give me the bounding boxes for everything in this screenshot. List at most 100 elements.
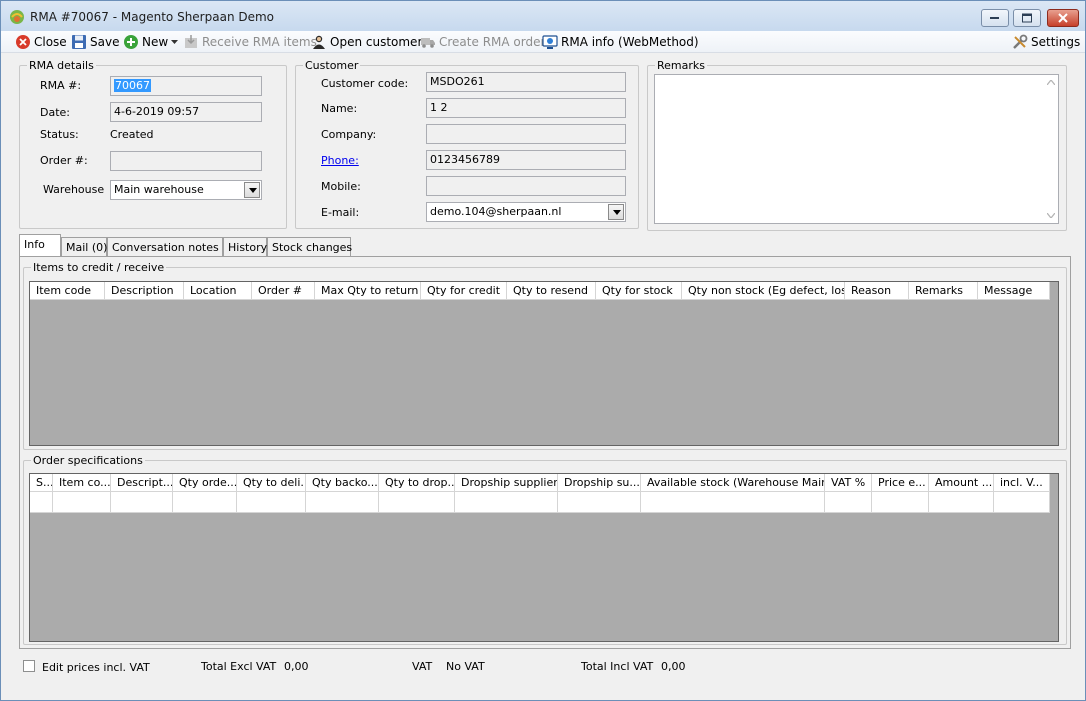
rma-number-label: RMA #: — [40, 79, 82, 92]
tab-history[interactable]: History — [223, 237, 267, 257]
rma-number-value: 70067 — [114, 79, 151, 92]
table-cell[interactable] — [237, 492, 306, 513]
title-bar: RMA #70067 - Magento Sherpaan Demo — [1, 1, 1085, 31]
table-cell[interactable] — [173, 492, 237, 513]
close-button[interactable]: Close — [15, 33, 67, 51]
receive-items-icon — [185, 35, 197, 48]
items-col-qty-non-stock[interactable]: Qty non stock (Eg defect, lost) — [682, 282, 845, 300]
warehouse-dropdown-button[interactable] — [244, 182, 260, 198]
email-select[interactable]: demo.104@sherpaan.nl — [426, 202, 626, 222]
email-value: demo.104@sherpaan.nl — [430, 205, 562, 218]
receive-rma-items-button[interactable]: Receive RMA items — [183, 33, 317, 51]
order-number-label: Order #: — [40, 154, 88, 167]
table-cell[interactable] — [994, 492, 1050, 513]
create-rma-order-button[interactable]: Create RMA order — [420, 33, 545, 51]
tab-mail[interactable]: Mail (0) — [61, 237, 107, 257]
new-button[interactable]: New — [123, 33, 179, 51]
table-cell[interactable] — [30, 492, 53, 513]
rma-window: RMA #70067 - Magento Sherpaan Demo Close… — [0, 0, 1086, 701]
remarks-scrollbar[interactable] — [1044, 75, 1058, 223]
order-grid-header: S... Item co... Descript... Qty orde... … — [30, 474, 1050, 492]
table-cell[interactable] — [872, 492, 929, 513]
items-col-qty-credit[interactable]: Qty for credit — [421, 282, 507, 300]
phone-field[interactable]: 0123456789 — [426, 150, 626, 170]
order-col-item-code[interactable]: Item co... — [53, 474, 111, 492]
items-col-remarks[interactable]: Remarks — [909, 282, 978, 300]
mobile-label: Mobile: — [321, 180, 361, 193]
tab-conversation-notes[interactable]: Conversation notes (0) — [107, 237, 238, 257]
rma-number-field[interactable]: 70067 — [110, 76, 262, 96]
toolbar: Close Save New Receive RMA items Open cu… — [1, 31, 1085, 53]
status-value: Created — [110, 128, 154, 141]
window-close-button[interactable] — [1047, 9, 1079, 27]
tab-stock-changes[interactable]: Stock changes — [267, 237, 352, 257]
order-col-incl-vat[interactable]: incl. V... — [994, 474, 1050, 492]
order-grid[interactable]: S... Item co... Descript... Qty orde... … — [29, 473, 1059, 642]
order-col-vat[interactable]: VAT % — [825, 474, 872, 492]
email-dropdown-button[interactable] — [608, 204, 624, 220]
order-col-s[interactable]: S... — [30, 474, 53, 492]
chevron-down-icon — [171, 40, 179, 44]
mobile-field[interactable] — [426, 176, 626, 196]
order-specifications-group: Order specifications S... Item co... Des… — [23, 454, 1067, 645]
tab-info[interactable]: Info — [19, 234, 61, 257]
table-row[interactable] — [30, 492, 1050, 513]
order-col-description[interactable]: Descript... — [111, 474, 173, 492]
table-cell[interactable] — [558, 492, 641, 513]
order-col-qty-dropship[interactable]: Qty to drop... — [379, 474, 455, 492]
order-col-qty-backorder[interactable]: Qty backo... — [306, 474, 379, 492]
order-col-price-excl[interactable]: Price e... — [872, 474, 929, 492]
items-col-max-qty[interactable]: Max Qty to return — [315, 282, 421, 300]
settings-button[interactable]: Settings — [1012, 33, 1080, 51]
warehouse-select[interactable]: Main warehouse — [110, 180, 262, 200]
table-cell[interactable] — [825, 492, 872, 513]
name-field[interactable]: 1 2 — [426, 98, 626, 118]
close-icon — [16, 35, 30, 49]
save-button[interactable]: Save — [71, 33, 119, 51]
table-cell[interactable] — [53, 492, 111, 513]
items-col-reason[interactable]: Reason — [845, 282, 909, 300]
customer-code-field[interactable]: MSDO261 — [426, 72, 626, 92]
order-col-dropship-supplier[interactable]: Dropship supplier... — [455, 474, 558, 492]
vat-value: No VAT — [446, 660, 485, 673]
phone-link[interactable]: Phone: — [321, 154, 359, 167]
edit-prices-incl-vat-label: Edit prices incl. VAT — [42, 661, 150, 674]
items-grid-header: Item code Description Location Order # M… — [30, 282, 1050, 300]
remarks-textarea[interactable] — [654, 74, 1059, 224]
table-cell[interactable] — [111, 492, 173, 513]
save-icon — [72, 35, 86, 49]
table-cell[interactable] — [641, 492, 825, 513]
app-logo-icon — [9, 9, 25, 25]
items-col-qty-resend[interactable]: Qty to resend — [507, 282, 596, 300]
order-col-dropship-su[interactable]: Dropship su... — [558, 474, 641, 492]
rma-info-button[interactable]: RMA info (WebMethod) — [542, 33, 699, 51]
date-label: Date: — [40, 106, 70, 119]
edit-prices-incl-vat-checkbox[interactable] — [23, 660, 35, 672]
table-cell[interactable] — [929, 492, 994, 513]
open-customer-button[interactable]: Open customer — [311, 33, 422, 51]
items-col-location[interactable]: Location — [184, 282, 252, 300]
order-number-field[interactable] — [110, 151, 262, 171]
order-col-qty-ordered[interactable]: Qty orde... — [173, 474, 237, 492]
items-col-qty-stock[interactable]: Qty for stock — [596, 282, 682, 300]
items-col-order[interactable]: Order # — [252, 282, 315, 300]
total-incl-vat-label: Total Incl VAT — [581, 660, 654, 673]
remarks-group: Remarks — [647, 59, 1067, 231]
items-col-message[interactable]: Message — [978, 282, 1050, 300]
items-grid[interactable]: Item code Description Location Order # M… — [29, 281, 1059, 446]
items-col-description[interactable]: Description — [105, 282, 184, 300]
items-col-item-code[interactable]: Item code — [30, 282, 105, 300]
table-cell[interactable] — [306, 492, 379, 513]
customer-code-label: Customer code: — [321, 77, 409, 90]
chevron-down-icon — [613, 210, 621, 215]
date-field[interactable]: 4-6-2019 09:57 — [110, 102, 262, 122]
items-to-credit-legend: Items to credit / receive — [31, 261, 167, 274]
minimize-button[interactable] — [981, 9, 1009, 27]
table-cell[interactable] — [455, 492, 558, 513]
maximize-button[interactable] — [1013, 9, 1041, 27]
order-col-amount[interactable]: Amount ... — [929, 474, 994, 492]
order-col-available-stock[interactable]: Available stock (Warehouse Main ... — [641, 474, 825, 492]
company-field[interactable] — [426, 124, 626, 144]
table-cell[interactable] — [379, 492, 455, 513]
order-col-qty-deliver[interactable]: Qty to deli... — [237, 474, 306, 492]
